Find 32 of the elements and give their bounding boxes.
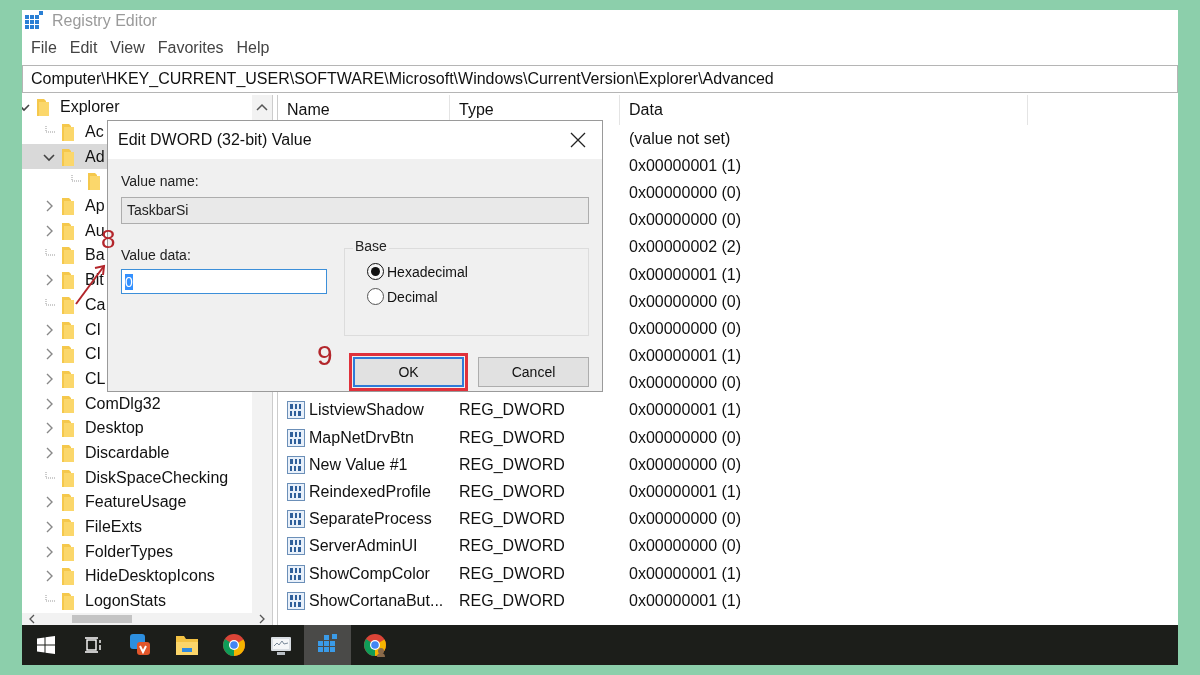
value-type: REG_DWORD: [459, 537, 565, 556]
window-title: Registry Editor: [52, 12, 157, 30]
value-data: 0x00000001 (1): [629, 156, 742, 175]
value-type: REG_DWORD: [459, 483, 565, 502]
step-number: 9: [317, 340, 333, 372]
value-type: REG_DWORD: [459, 428, 565, 447]
value-data: 0x00000002 (2): [629, 238, 742, 257]
value-data: (value not set): [629, 129, 731, 148]
value-data: 0x00000001 (1): [629, 591, 742, 610]
value-data: 0x00000000 (0): [629, 292, 742, 311]
value-data: 0x00000001 (1): [629, 564, 742, 583]
dialog-title: Edit DWORD (32-bit) Value: [118, 131, 312, 149]
value-data: 0x00000001 (1): [629, 401, 742, 420]
value-data: 0x00000000 (0): [629, 374, 742, 393]
value-data: 0x00000000 (0): [629, 537, 742, 556]
value-data-label: Value data:: [121, 247, 192, 263]
base-label: Base: [353, 238, 389, 254]
value-data: 0x00000000 (0): [629, 211, 742, 230]
value-data: 0x00000001 (1): [629, 483, 742, 502]
value-type: REG_DWORD: [459, 591, 565, 610]
value-data: 0x00000000 (0): [629, 183, 742, 202]
value-data: 0x00000000 (0): [629, 510, 742, 529]
value-data: 0x00000001 (1): [629, 347, 742, 366]
value-type: REG_DWORD: [459, 564, 565, 583]
value-data: 0x00000000 (0): [629, 455, 742, 474]
value-data: 0x00000000 (0): [629, 319, 742, 338]
value-data: 0x00000001 (1): [629, 265, 742, 284]
value-type: REG_DWORD: [459, 401, 565, 420]
value-data: 0x00000000 (0): [629, 428, 742, 447]
value-type: REG_DWORD: [459, 455, 565, 474]
value-type: REG_DWORD: [459, 510, 565, 529]
value-name-label: Value name:: [121, 173, 200, 189]
